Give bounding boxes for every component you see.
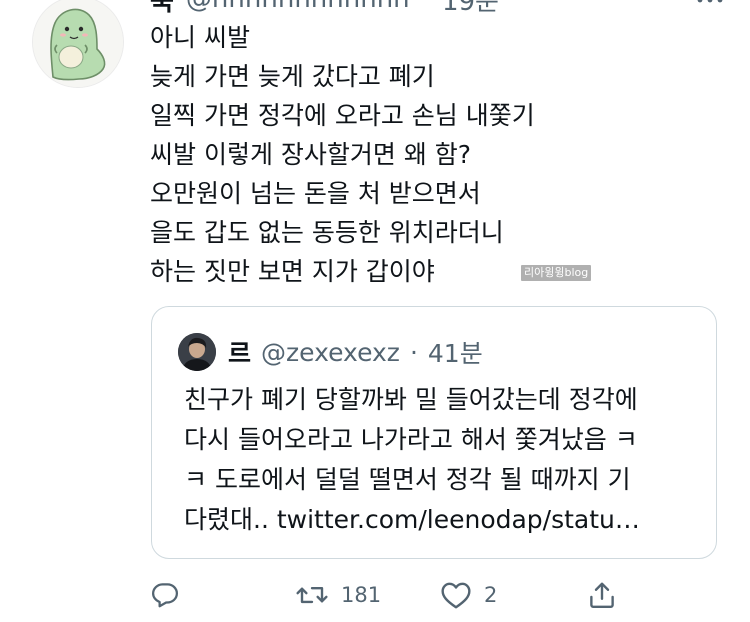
heart-icon [441, 582, 471, 609]
tweet-line: 늦게 가면 늦게 갔다고 폐기 [150, 62, 435, 91]
quoted-tweet-line: 다시 들어오라고 나가라고 해서 쫓겨났음 ㅋ [184, 425, 638, 454]
retweet-button[interactable]: 181 [295, 574, 381, 616]
user-avatar[interactable] [32, 0, 124, 88]
author-name[interactable]: 둑 [150, 0, 174, 18]
like-button[interactable]: 2 [440, 574, 497, 616]
blog-watermark: 리아윙윙blog [521, 265, 592, 281]
quoted-user-avatar [178, 333, 216, 371]
reply-button[interactable] [150, 574, 180, 616]
tweet-line: 을도 갑도 없는 동등한 위치라더니 [150, 218, 504, 247]
share-icon [590, 582, 614, 608]
quoted-tweet-line: ㅋ 도로에서 덜덜 떨면서 정각 될 때까지 기 [184, 465, 631, 494]
more-options-icon[interactable] [696, 0, 724, 12]
person-photo-icon [178, 333, 216, 371]
separator-dot: · [422, 0, 430, 14]
quoted-tweet-card[interactable]: 르 @zexexexz · 41분 친구가 폐기 당할까봐 밀 들어갔는데 정각… [151, 306, 717, 559]
retweet-count: 181 [341, 583, 382, 607]
reply-icon [152, 583, 178, 608]
separator-dot: · [409, 337, 418, 367]
tweet-line: 아니 씨발 [150, 23, 250, 52]
tweet-action-bar: 181 2 [150, 574, 630, 616]
tweet-header: 둑 @hhhhhhhhhhhh · 19분 [150, 0, 499, 18]
author-handle[interactable]: @hhhhhhhhhhhh [186, 0, 410, 14]
retweet-icon [296, 586, 328, 604]
dinosaur-avatar-icon [33, 0, 123, 87]
tweet-line: 씨발 이렇게 장사할거면 왜 함? [150, 140, 472, 169]
quoted-tweet-header: 르 @zexexexz · 41분 [228, 333, 483, 371]
tweet-line: 일찍 가면 정각에 오라고 손님 내쫓기 [150, 101, 535, 130]
share-button[interactable] [587, 574, 617, 616]
like-count: 2 [484, 583, 498, 607]
quoted-tweet-text: 친구가 폐기 당할까봐 밀 들어갔는데 정각에 다시 들어오라고 나가라고 해서… [184, 380, 694, 540]
quoted-tweet-line: 친구가 폐기 당할까봐 밀 들어갔는데 정각에 [184, 385, 638, 414]
quoted-tweet-time: 41분 [427, 339, 483, 368]
tweet-time[interactable]: 19분 [442, 0, 499, 18]
quoted-author-handle: @zexexexz [261, 337, 400, 367]
tweet-text: 아니 씨발 늦게 가면 늦게 갔다고 폐기 일찍 가면 정각에 오라고 손님 내… [150, 18, 600, 291]
quoted-tweet-line: 다렸대.. twitter.com/leenodap/statu… [184, 505, 640, 534]
tweet-line: 오만원이 넘는 돈을 처 받으면서 [150, 179, 481, 208]
quoted-author-name: 르 [228, 339, 252, 368]
